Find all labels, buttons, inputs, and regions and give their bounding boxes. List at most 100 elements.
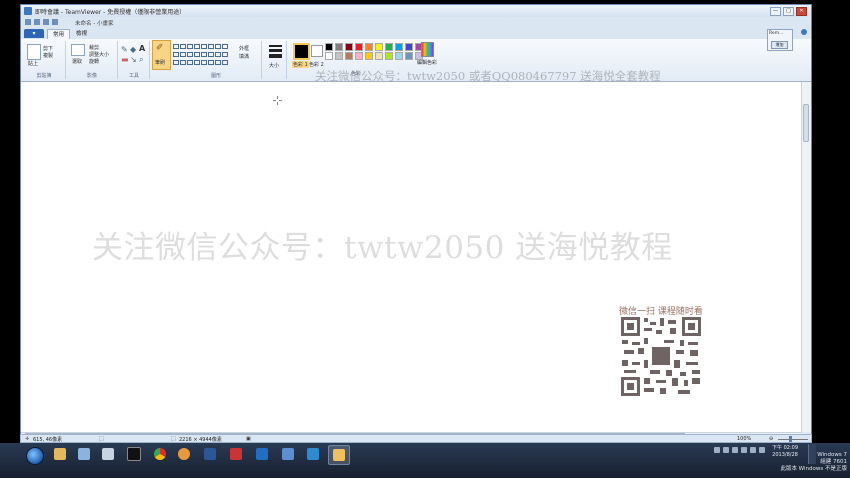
- edit-colors-label[interactable]: 編輯色彩: [417, 59, 437, 66]
- watermark-top-text: 关注微信公众号：twtw2050 或者QQ080467797 送海悦全套教程: [315, 69, 661, 83]
- clipboard-group: 貼上 剪下 複製 剪貼簿: [23, 41, 66, 79]
- color-palette[interactable]: [325, 43, 424, 60]
- pencil-icon[interactable]: ✎: [121, 45, 128, 54]
- palette-swatch[interactable]: [375, 43, 383, 51]
- minimize-button[interactable]: —: [770, 7, 781, 16]
- remote-mini-panel: Rem... 增加: [767, 29, 793, 51]
- taskbar-app-c-button[interactable]: [278, 445, 298, 463]
- taskbar-word-button[interactable]: [200, 445, 220, 463]
- fill-icon[interactable]: ◆: [130, 45, 136, 54]
- tray-icon[interactable]: [732, 447, 738, 453]
- save-icon[interactable]: [34, 19, 40, 25]
- cursor-position-icon: ✛: [25, 436, 30, 442]
- os-name: Windows 7: [817, 452, 847, 458]
- taskbar-tools-button[interactable]: [98, 445, 118, 463]
- zoom-slider-knob[interactable]: [789, 436, 792, 442]
- tools-group: ✎ ◆ A ▬ ↘ ⌕ 工具: [119, 41, 150, 79]
- palette-swatch[interactable]: [335, 43, 343, 51]
- palette-swatch[interactable]: [355, 43, 363, 51]
- close-button[interactable]: ✕: [796, 7, 807, 16]
- qr-code-icon: [620, 316, 702, 397]
- taskbar-explorer-button[interactable]: [50, 445, 70, 463]
- size-line-thick[interactable]: [269, 54, 282, 58]
- resize-button[interactable]: 調整大小: [89, 51, 109, 58]
- tray-icon[interactable]: [714, 447, 720, 453]
- palette-swatch[interactable]: [395, 43, 403, 51]
- taskbar-app-d-button[interactable]: [303, 445, 323, 463]
- palette-swatch[interactable]: [365, 43, 373, 51]
- crosshair-cursor-icon: [273, 96, 282, 105]
- taskbar-photo-button[interactable]: [174, 445, 194, 463]
- eraser-icon[interactable]: ▬: [121, 55, 129, 64]
- title-bar[interactable]: 即時會議 - TeamViewer - 免費授權（僅限非營業用途） — □ ✕: [21, 5, 811, 17]
- image-size: 2216 × 4944像素: [179, 437, 222, 443]
- mini-panel-title: Rem...: [769, 31, 784, 36]
- mini-panel-button[interactable]: 增加: [771, 41, 788, 49]
- taskbar-chart-button[interactable]: [226, 445, 246, 463]
- undo-icon[interactable]: [43, 19, 49, 25]
- brushes-label: 筆刷: [155, 60, 166, 66]
- color-2-label[interactable]: 色彩 2: [309, 61, 324, 68]
- rotate-button[interactable]: 旋轉: [89, 58, 99, 65]
- palette-swatch[interactable]: [325, 52, 333, 60]
- taskbar-teamviewer-button[interactable]: [252, 445, 272, 463]
- zoom-out-button[interactable]: ⊖: [769, 436, 773, 442]
- palette-swatch[interactable]: [385, 52, 393, 60]
- palette-swatch[interactable]: [385, 43, 393, 51]
- taskbar-paint-button[interactable]: [328, 445, 350, 465]
- shapes-gallery[interactable]: [173, 44, 233, 68]
- brushes-button[interactable]: ✐ 筆刷: [152, 40, 171, 70]
- os-build: 組建 7601: [820, 459, 847, 465]
- shapes-group-label: 圖形: [210, 73, 221, 79]
- vertical-scroll-thumb[interactable]: [803, 104, 809, 142]
- redo-icon[interactable]: [52, 19, 58, 25]
- shapes-group: 外框 填滿 圖形: [171, 41, 262, 79]
- color-1-swatch[interactable]: [293, 43, 310, 60]
- color-1-label[interactable]: 色彩 1: [292, 61, 309, 68]
- palette-swatch[interactable]: [325, 43, 333, 51]
- os-license-warning: 此版本 Windows 不是正版: [780, 466, 847, 472]
- tray-icon[interactable]: [741, 447, 747, 453]
- start-button[interactable]: [26, 447, 44, 465]
- help-icon[interactable]: [801, 29, 807, 35]
- taskbar-cmd-button[interactable]: [124, 445, 144, 463]
- color-2-swatch[interactable]: [311, 45, 323, 57]
- volume-icon[interactable]: [759, 447, 765, 453]
- copy-button[interactable]: 複製: [43, 52, 53, 59]
- crop-button[interactable]: 裁剪: [89, 44, 99, 51]
- palette-swatch[interactable]: [335, 52, 343, 60]
- palette-swatch[interactable]: [405, 43, 413, 51]
- shape-outline-button[interactable]: 外框: [239, 45, 249, 52]
- palette-swatch[interactable]: [345, 52, 353, 60]
- paste-icon[interactable]: [27, 44, 41, 60]
- edit-colors-icon[interactable]: [421, 42, 434, 57]
- paint-app-icon[interactable]: [25, 19, 31, 25]
- text-tool-icon[interactable]: A: [139, 44, 145, 53]
- maximize-button[interactable]: □: [783, 7, 794, 16]
- select-icon[interactable]: [71, 44, 85, 56]
- paint-menu-button[interactable]: ▾: [24, 29, 44, 38]
- palette-swatch[interactable]: [355, 52, 363, 60]
- vertical-scrollbar[interactable]: [801, 82, 811, 432]
- tray-icon[interactable]: [750, 447, 756, 453]
- palette-swatch[interactable]: [365, 52, 373, 60]
- shape-fill-button[interactable]: 填滿: [239, 53, 249, 60]
- zoom-slider-track[interactable]: [778, 439, 808, 440]
- select-button[interactable]: 選取: [72, 58, 82, 65]
- palette-swatch[interactable]: [375, 52, 383, 60]
- taskbar-app-button[interactable]: [74, 445, 94, 463]
- image-group: 選取 裁剪 調整大小 旋轉 影像: [67, 41, 118, 79]
- image-size-icon: ⬚: [171, 436, 176, 442]
- quick-access-toolbar: 未命名 - 小畫家: [21, 17, 811, 28]
- size-label: 大小: [269, 63, 280, 69]
- magnifier-icon[interactable]: ⌕: [139, 55, 143, 65]
- palette-swatch[interactable]: [405, 52, 413, 60]
- tab-view[interactable]: 檢視: [71, 29, 92, 39]
- color-picker-icon[interactable]: ↘: [130, 55, 137, 64]
- paste-label[interactable]: 貼上: [28, 60, 38, 67]
- palette-swatch[interactable]: [345, 43, 353, 51]
- cut-button[interactable]: 剪下: [43, 45, 53, 52]
- taskbar-chrome-button[interactable]: [150, 445, 170, 463]
- tray-icon[interactable]: [723, 447, 729, 453]
- palette-swatch[interactable]: [395, 52, 403, 60]
